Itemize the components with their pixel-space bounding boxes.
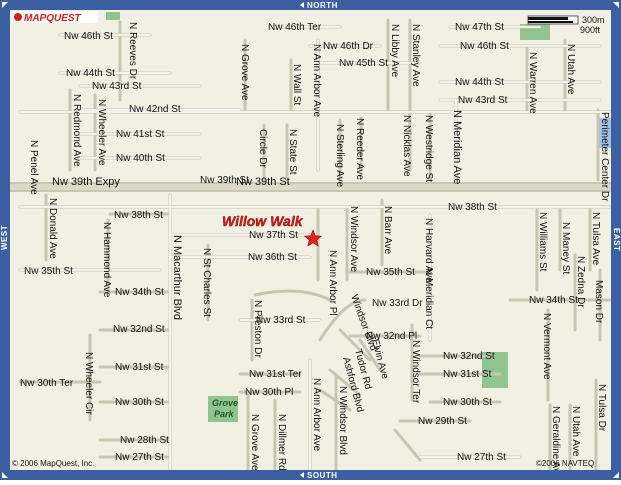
park-area-top [106,12,120,20]
park-label: Park [214,409,235,419]
street-label: Nw 47th St [455,22,504,33]
street-label: N Nicklas Ave [401,115,412,177]
street-label: Nw 46th St [460,41,509,52]
street-label: N Grove Ave [239,44,250,101]
street-label: Nw 30th Pl [245,387,293,398]
street-label: Nw 33rd Dr [372,298,423,309]
street-label: N Sterling Ave [334,124,345,188]
street-label: Nw 29th St [418,416,467,427]
street-label: N Ann Arbor Ave [311,378,322,452]
street-label: Nw 43rd St [458,95,508,106]
street-label: Nw 31st Ter [249,369,302,380]
street-label: Nw 44th St [455,77,504,88]
street-label: Nw 41st St [116,129,165,140]
street-label: Nw 46th Ter [268,22,322,33]
copyright-navteq: ©2006 NAVTEQ [536,459,594,468]
logo-text: MAPQUEST [24,13,82,24]
park-label: Grove [212,398,238,408]
map-canvas[interactable]: Nw 47th St Nw 46th Ter Nw 46th St Nw 46t… [0,0,621,480]
street-label: N Windsor Ter [410,340,421,404]
street-label: N Geraldine Ave [550,406,561,479]
street-label: Nw 38th St [448,202,497,213]
street-label: N Williams St [537,212,548,272]
street-label: N Donald Ave [47,198,58,259]
nav-south-label[interactable]: SOUTH [307,471,338,480]
street-label: N Macarthur Blvd [171,235,183,320]
street-label: N Hammond Ave [101,222,112,298]
street-label: N Windsor Ave [348,206,359,272]
street-label: N Meridian Ct [423,268,434,329]
nav-east-label[interactable]: EAST [612,228,621,251]
street-label: N Wheeler Cir [83,352,94,415]
street-label: Nw 42nd St [129,104,181,115]
nav-north-label[interactable]: NORTH [307,1,338,10]
street-label: Nw 34th St [529,295,578,306]
street-label: N Ann Arbor Ave [311,44,322,118]
street-label: Nw 30th Ter [20,378,74,389]
street-label: Nw 45th St [339,58,388,69]
scale-label-metric: 300m [582,15,605,25]
street-label: Nw 32nd St [443,351,495,362]
street-label: N Windsor Blvd [337,386,348,455]
street-label: Nw 35th St [24,266,73,277]
street-label: N Westridge St [423,115,434,182]
street-label: N Tulsa Dr [596,384,607,432]
street-label: N Preston Dr [252,300,263,358]
street-label: Nw 27th St [115,452,164,463]
street-label: Nw 30th St [115,397,164,408]
street-label: N Stanley Ave [410,24,421,87]
highway-label: Nw 39th St [236,176,290,188]
street-label: N Reeder Ave [354,118,365,181]
street-label: N Utah Ave [570,406,581,457]
street-label: Nw 37th St [249,230,298,241]
street-label: Nw 43rd St [92,81,142,92]
street-label: Nw 46th St [64,31,113,42]
street-label: N Barr Ave [382,206,393,255]
street-label: Nw 38th St [114,210,163,221]
street-label: N Maney St [560,222,571,274]
street-label: N Ann Arbor Pl [327,250,338,316]
scale-bar-metric [528,17,568,20]
logo-mark-icon [14,13,22,21]
street-label: N Wheeler Ave [96,99,107,166]
street-label: N Zedna Dr [575,256,586,308]
street-label: N Redmond Ave [71,94,82,167]
copyright-mapquest: © 2006 MapQuest, Inc. [12,459,94,468]
street-label: N Wall St [291,64,302,106]
street-label: N Meridian Ave [451,110,463,184]
street-label: Nw 36th St [248,252,297,263]
street-label: N Tulsa Ave [590,212,601,266]
street-label: N Dillmer Rd [276,414,287,471]
street-label: N State St [287,129,298,175]
street-label: Nw 31st St [115,362,164,373]
street-label: Nw 31st St [443,369,492,380]
highway-label: Nw 39th Expy [52,176,120,188]
street-label: Nw 44th St [66,68,115,79]
street-label: Circle Dr [257,129,268,169]
scale-bar-imperial [528,21,573,23]
street-label: Nw 40th St [116,153,165,164]
street-label: N Utah Ave [565,44,576,95]
street-label: Nw 46th Dr [323,41,374,52]
street-label: Mason Dr [593,280,604,324]
street-label: Nw 34th St [115,287,164,298]
street-label: Nw 32nd St [113,324,165,335]
street-label: N Reeves Dr [127,22,138,80]
street-label: Nw 30th St [443,397,492,408]
location-label: Willow Walk [222,213,304,229]
street-label: Nw 27th St [457,452,506,463]
street-label: N Libby Ave [389,24,400,78]
street-label: N Vermont Ave [541,313,552,380]
street-label: N Warren Ave [527,52,538,114]
street-label: Perimeter Center Dr [599,112,610,202]
mapquest-logo[interactable]: MAPQUEST [12,11,98,24]
street-label: Nw 28th St [120,435,169,446]
street-label: N Grove Ave [249,414,260,471]
street-label: Nw 35th St [366,267,415,278]
street-label: N St Charles St [201,248,212,317]
map-view[interactable]: Nw 47th St Nw 46th Ter Nw 46th St Nw 46t… [0,0,621,480]
nav-west-label[interactable]: WEST [0,225,9,250]
scale-label-imperial: 900ft [580,25,601,35]
street-label: N Penel Ave [28,140,39,195]
